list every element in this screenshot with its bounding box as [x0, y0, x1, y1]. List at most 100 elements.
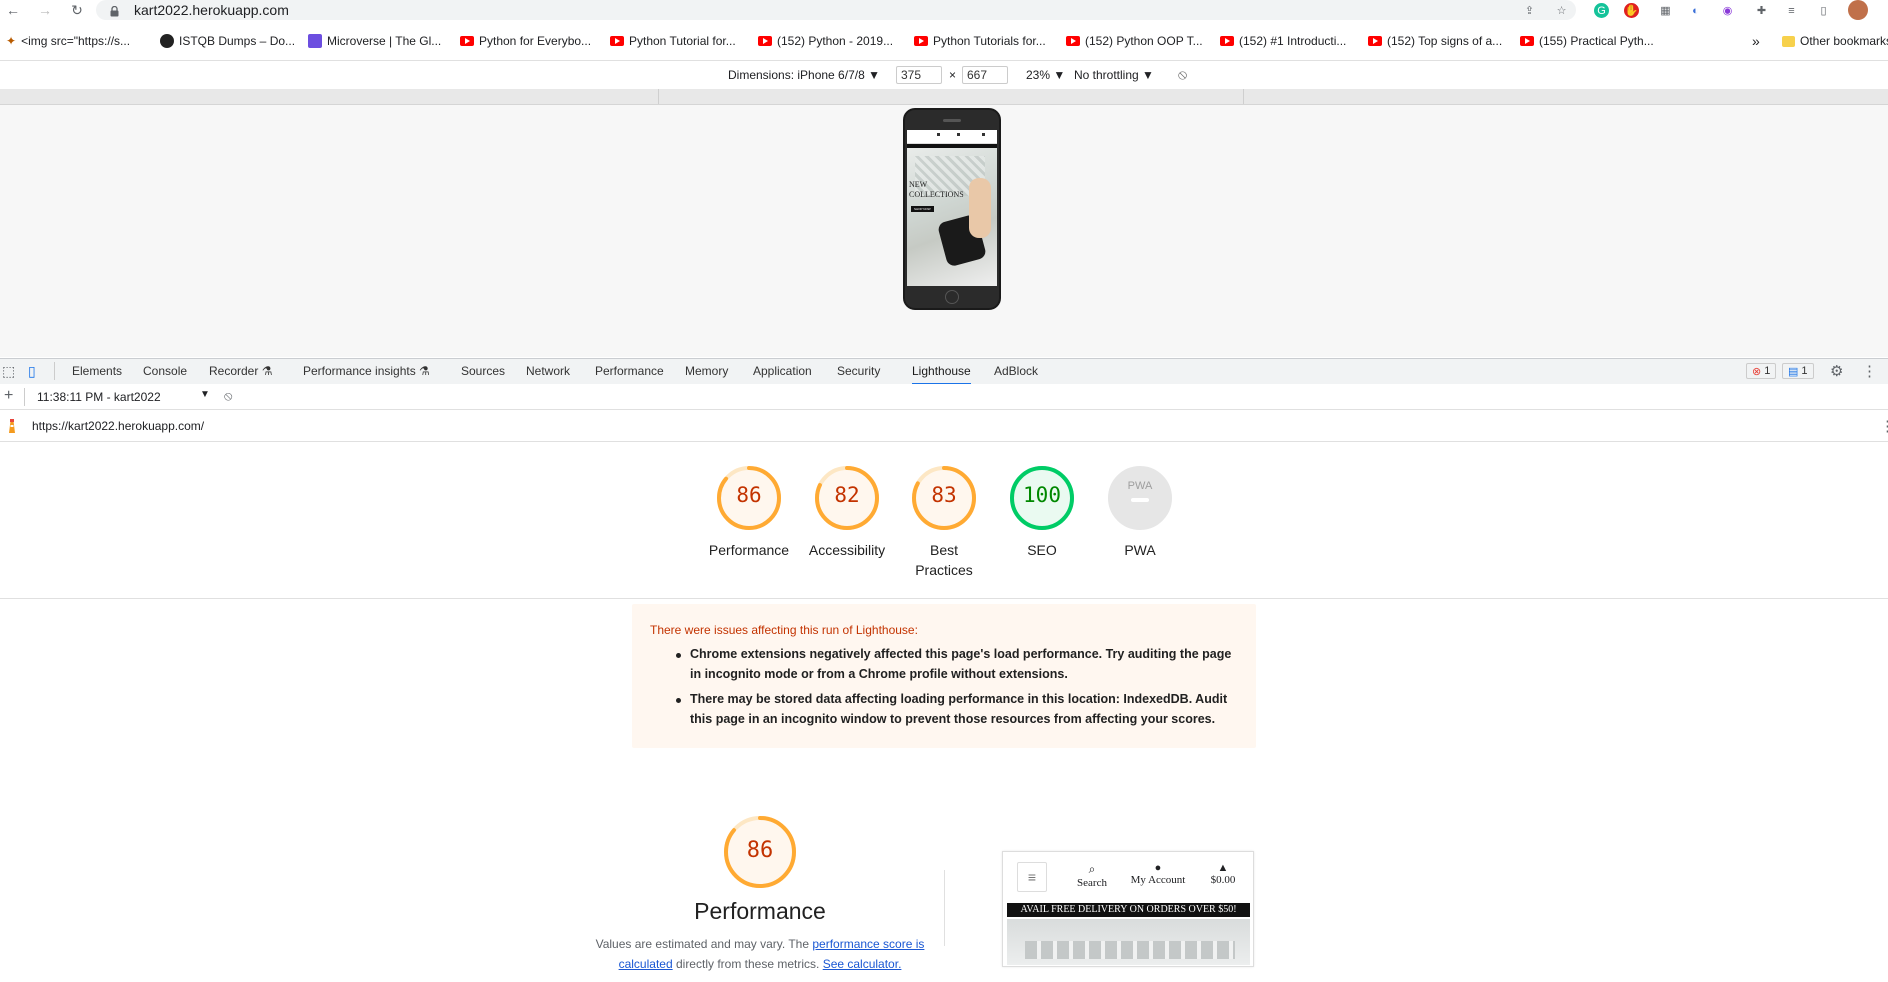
- bookmarks-overflow-button[interactable]: »: [1752, 30, 1760, 52]
- thumb-delivery-banner: AVAIL FREE DELIVERY ON ORDERS OVER $50!: [1007, 903, 1250, 917]
- preview-search-icon: [937, 133, 940, 136]
- other-bookmarks[interactable]: Other bookmarks: [1782, 30, 1888, 52]
- profile-avatar[interactable]: [1848, 0, 1868, 20]
- chevron-down-icon[interactable]: ▼: [200, 389, 210, 400]
- lock-icon[interactable]: [110, 4, 119, 17]
- tab-sources[interactable]: Sources: [461, 364, 505, 385]
- adblock-extension-icon[interactable]: ✋: [1624, 3, 1639, 18]
- score-gauge-performance[interactable]: 86: [713, 462, 785, 534]
- zoom-dropdown[interactable]: 23% ▼: [1026, 68, 1065, 82]
- tab-lighthouse[interactable]: Lighthouse: [912, 364, 971, 385]
- bookmark-item[interactable]: (155) Practical Pyth...: [1520, 30, 1654, 52]
- bookmark-star-icon[interactable]: ☆: [1554, 3, 1569, 18]
- extension-icon[interactable]: ◉: [1720, 3, 1735, 18]
- warning-title: There were issues affecting this run of …: [650, 623, 918, 637]
- warning-item: There may be stored data affecting loadi…: [690, 692, 1228, 726]
- device-toggle-icon[interactable]: ▯: [28, 363, 36, 380]
- more-options-icon[interactable]: ⋮: [1880, 417, 1888, 435]
- section-divider: [944, 870, 945, 946]
- score-gauge-seo[interactable]: 100: [1006, 462, 1078, 534]
- ruler-range[interactable]: [658, 89, 1244, 104]
- grammarly-extension-icon[interactable]: G: [1594, 3, 1609, 18]
- audited-url[interactable]: https://kart2022.herokuapp.com/: [32, 419, 204, 433]
- inspect-element-icon[interactable]: ⬚: [2, 363, 15, 380]
- bookmark-item[interactable]: Python for Everybo...: [460, 30, 591, 52]
- tab-memory[interactable]: Memory: [685, 364, 728, 385]
- score-label: PWA: [1124, 542, 1156, 558]
- error-icon: ⊗: [1752, 365, 1762, 378]
- bookmark-item[interactable]: (152) Python OOP T...: [1066, 30, 1203, 52]
- tab-network[interactable]: Network: [526, 364, 570, 385]
- bullet-icon: [676, 698, 681, 703]
- reload-icon[interactable]: ↻: [68, 2, 86, 18]
- tab-application[interactable]: Application: [753, 364, 812, 385]
- new-report-icon[interactable]: +: [4, 387, 13, 405]
- warning-item: Chrome extensions negatively affected th…: [690, 647, 1232, 681]
- bookmark-item[interactable]: (152) #1 Introducti...: [1220, 30, 1346, 52]
- preview-shop-now-button[interactable]: SHOP NOW: [911, 206, 934, 212]
- device-toolbar: Dimensions: iPhone 6/7/8 ▼ 375 × 667 23%…: [0, 60, 1888, 88]
- section-divider: [0, 598, 1888, 599]
- youtube-icon: [460, 36, 474, 46]
- score-gauge-accessibility[interactable]: 82: [811, 462, 883, 534]
- performance-description: Values are estimated and may vary. The p…: [595, 937, 925, 971]
- bookmark-item[interactable]: ISTQB Dumps – Do...: [160, 30, 295, 52]
- bookmark-item[interactable]: Microverse | The Gl...: [308, 30, 441, 52]
- clear-icon[interactable]: ⦸: [224, 388, 232, 404]
- dimensions-dropdown[interactable]: Dimensions: iPhone 6/7/8 ▼: [728, 68, 880, 82]
- hamburger-menu-icon: ≡: [1017, 862, 1047, 892]
- bookmark-item[interactable]: Python Tutorials for...: [914, 30, 1046, 52]
- forward-icon[interactable]: →: [36, 2, 54, 18]
- tab-recorder[interactable]: Recorder ⚗: [209, 364, 272, 385]
- user-icon: ●: [1154, 862, 1162, 874]
- final-screenshot-thumbnail[interactable]: ≡ ⌕ Search ● My Account ▲ $0.00 AVAIL FR…: [1002, 851, 1254, 967]
- performance-title: Performance: [694, 898, 826, 924]
- viewport-width-input[interactable]: 375: [896, 66, 942, 84]
- youtube-icon: [1520, 36, 1534, 46]
- preview-hand-image: [969, 178, 991, 238]
- reading-list-icon[interactable]: ≡: [1784, 3, 1799, 18]
- back-icon[interactable]: ←: [4, 2, 22, 18]
- preview-hero-image: [907, 148, 997, 286]
- rotate-icon[interactable]: ⦸: [1178, 66, 1187, 83]
- media-query-ruler[interactable]: [0, 89, 1888, 105]
- score-label: Accessibility: [808, 542, 886, 558]
- share-icon[interactable]: ⇪: [1522, 3, 1537, 18]
- tab-adblock[interactable]: AdBlock: [994, 364, 1038, 385]
- tab-security[interactable]: Security: [837, 364, 880, 385]
- lighthouse-logo-icon: [6, 418, 18, 434]
- tab-elements[interactable]: Elements: [72, 364, 122, 385]
- bookmark-item[interactable]: ✦ <img src="https://s...: [6, 30, 130, 52]
- more-options-icon[interactable]: ⋮: [1862, 362, 1877, 380]
- omnibox[interactable]: [96, 0, 1576, 20]
- extension-icon[interactable]: ◐: [1688, 3, 1703, 18]
- score-value: 86: [736, 483, 762, 507]
- see-calculator-link[interactable]: See calculator.: [823, 957, 902, 971]
- settings-gear-icon[interactable]: ⚙: [1830, 362, 1843, 380]
- thumb-account: ● My Account: [1123, 862, 1193, 886]
- report-selector[interactable]: 11:38:11 PM - kart2022.heroku: [37, 390, 161, 404]
- viewport-height-input[interactable]: 667: [962, 66, 1008, 84]
- throttling-dropdown[interactable]: No throttling ▼: [1074, 68, 1154, 82]
- extension-icon[interactable]: ▦: [1658, 3, 1673, 18]
- performance-large-gauge[interactable]: 86: [722, 814, 798, 890]
- phone-speaker: [943, 119, 961, 122]
- bookmark-item[interactable]: (152) Top signs of a...: [1368, 30, 1502, 52]
- shopping-bag-icon: ▲: [1217, 862, 1229, 874]
- device-screen[interactable]: NEW COLLECTIONS SHOP NOW: [907, 130, 997, 286]
- url-text[interactable]: kart2022.herokuapp.com: [134, 2, 289, 18]
- tab-console[interactable]: Console: [143, 364, 187, 385]
- lighthouse-toolbar: + 11:38:11 PM - kart2022.heroku ▼ ⦸: [0, 384, 1888, 410]
- side-panel-icon[interactable]: ▯: [1816, 3, 1831, 18]
- bookmark-item[interactable]: (152) Python - 2019...: [758, 30, 893, 52]
- error-count-badge[interactable]: ⊗ 1: [1746, 363, 1777, 379]
- bookmark-item[interactable]: Python Tutorial for...: [610, 30, 736, 52]
- puzzle-icon[interactable]: ✚: [1754, 3, 1769, 18]
- toolbar-separator: [24, 388, 25, 406]
- issues-count-badge[interactable]: ▤ 1: [1782, 363, 1814, 379]
- score-gauge-best-practices[interactable]: 83: [908, 462, 980, 534]
- score-gauge-pwa[interactable]: PWA: [1104, 462, 1176, 534]
- tab-performance-insights[interactable]: Performance insights ⚗: [303, 364, 430, 385]
- tab-performance[interactable]: Performance: [595, 364, 664, 385]
- bookmark-favicon-icon: [160, 34, 174, 48]
